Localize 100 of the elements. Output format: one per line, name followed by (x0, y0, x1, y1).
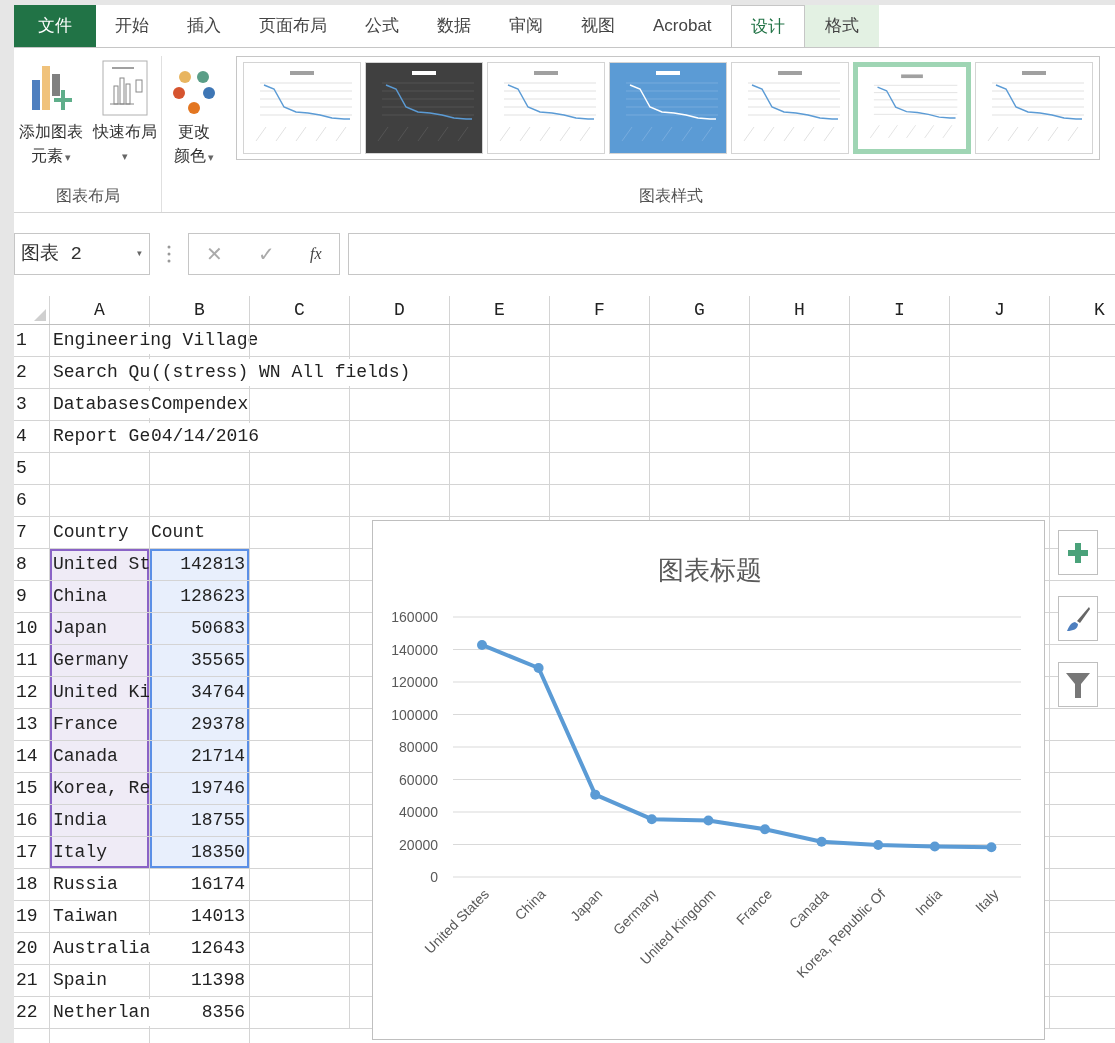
selected-cell: Germany (50, 645, 150, 676)
row-number[interactable]: 6 (14, 485, 50, 516)
ribbon-tab[interactable]: 审阅 (490, 5, 562, 47)
y-axis-label: 160000 (391, 609, 438, 625)
insert-function-button[interactable]: fx (310, 242, 322, 266)
dropdown-caret-icon[interactable]: ▾ (135, 245, 143, 263)
ribbon-tab[interactable]: 设计 (730, 5, 805, 47)
row-number[interactable]: 21 (14, 965, 50, 996)
data-point (816, 836, 827, 847)
y-axis-label: 20000 (399, 836, 438, 853)
ribbon-tab[interactable]: 视图 (562, 5, 634, 47)
group-label: 图表布局 (55, 186, 120, 206)
column-header[interactable]: C (250, 296, 350, 324)
cell-text: Search Qu (53, 359, 151, 386)
chart-style-thumbnail[interactable] (608, 62, 727, 154)
color-palette-icon (173, 70, 215, 116)
quick-layout-icon (101, 60, 148, 116)
chart-style-thumbnail[interactable] (974, 62, 1093, 154)
column-header[interactable]: J (950, 296, 1050, 324)
data-point (703, 815, 714, 826)
selected-cell: 128623 (150, 581, 250, 612)
chart-style-thumbnail[interactable] (242, 62, 361, 154)
ribbon-tab[interactable]: 公式 (346, 5, 418, 47)
ribbon-tab[interactable]: 页面布局 (240, 5, 346, 47)
chart-side-button[interactable] (1058, 662, 1098, 707)
ribbon-tab[interactable]: Acrobat (634, 5, 731, 47)
selected-cell: France (50, 709, 150, 740)
data-point (477, 639, 487, 650)
cell-text: Australia (53, 935, 151, 962)
x-axis-label: Italy (972, 885, 1002, 916)
cell-text: ((stress) WN All fields) (151, 359, 411, 386)
y-axis-label: 80000 (399, 739, 438, 755)
ribbon-button[interactable]: 快速布局 ▾ (89, 56, 160, 184)
column-header[interactable]: G (650, 296, 750, 324)
selected-cell: 34764 (150, 677, 250, 708)
row-number[interactable]: 19 (14, 901, 50, 932)
selected-cell: 50683 (150, 613, 250, 644)
formula-input[interactable] (348, 233, 1115, 275)
selected-cell: 19746 (150, 773, 250, 804)
chart-title: 图表标题 (658, 555, 762, 585)
select-all-icon[interactable] (34, 309, 46, 321)
ribbon-tab[interactable]: 插入 (168, 5, 240, 47)
data-point (986, 842, 997, 853)
ribbon-tab[interactable]: 文件 (14, 5, 96, 47)
row-number[interactable]: 4 (14, 421, 50, 452)
selected-cell: China (50, 581, 150, 612)
name-box[interactable]: 图表 2 ▾ (14, 233, 150, 275)
chart-side-button[interactable] (1058, 530, 1098, 575)
y-axis-label: 100000 (391, 706, 438, 723)
data-point (929, 841, 940, 852)
row-number[interactable]: 1 (14, 325, 50, 356)
change-colors-button[interactable]: 更改 颜色▾ (162, 56, 226, 169)
selected-cell: Canada (50, 741, 150, 772)
ribbon-tab[interactable]: 格式 (804, 5, 879, 47)
column-header[interactable]: D (350, 296, 450, 324)
y-axis-label: 140000 (391, 641, 438, 658)
ribbon-button[interactable]: 添加图表 元素▾ (15, 56, 86, 184)
column-header[interactable]: B (150, 296, 250, 324)
chart-side-button[interactable] (1058, 596, 1098, 641)
y-axis-label: 120000 (391, 674, 438, 690)
column-header[interactable]: K (1050, 296, 1115, 324)
ribbon-tab[interactable]: 数据 (418, 5, 490, 47)
row-number[interactable]: 20 (14, 933, 50, 964)
column-header[interactable]: H (750, 296, 850, 324)
selected-cell: Japan (50, 613, 150, 644)
row-number[interactable]: 5 (14, 453, 50, 484)
chart-style-thumbnail[interactable] (852, 62, 971, 154)
chart-style-thumbnail[interactable] (364, 62, 483, 154)
grip-icon (167, 245, 171, 263)
selected-cell: 29378 (150, 709, 250, 740)
selected-cell: 21714 (150, 741, 250, 772)
y-axis-label: 60000 (399, 771, 438, 788)
y-axis-label: 0 (430, 869, 438, 885)
filter-icon (1065, 670, 1091, 699)
column-header[interactable]: I (850, 296, 950, 324)
plus-icon (1067, 541, 1089, 564)
row-number[interactable]: 7 (14, 517, 50, 548)
row-number[interactable]: 3 (14, 389, 50, 420)
ribbon-tab[interactable]: 开始 (96, 5, 168, 47)
selected-cell: Italy (50, 837, 150, 868)
row-number[interactable]: 22 (14, 997, 50, 1028)
selected-cell: India (50, 805, 150, 836)
cell-text: Report Ge (53, 423, 151, 450)
column-header[interactable]: E (450, 296, 550, 324)
data-point (760, 824, 770, 835)
column-header[interactable]: F (550, 296, 650, 324)
cell-text: Netherlan (53, 999, 151, 1026)
row-number[interactable]: 2 (14, 357, 50, 388)
selected-cell: 142813 (150, 549, 250, 580)
y-axis-label: 40000 (399, 804, 438, 820)
cell-text: Databases (53, 391, 151, 418)
name-box-value: 图表 2 (21, 241, 82, 267)
row-number[interactable]: 18 (14, 869, 50, 900)
chart-style-thumbnail[interactable] (730, 62, 849, 154)
data-point (590, 789, 601, 800)
cell-text: 04/14/2016 (151, 423, 260, 450)
chart-style-thumbnail[interactable] (486, 62, 605, 154)
column-header[interactable]: A (50, 296, 150, 324)
selected-cell: 18350 (150, 837, 250, 868)
selected-cell: 35565 (150, 645, 250, 676)
